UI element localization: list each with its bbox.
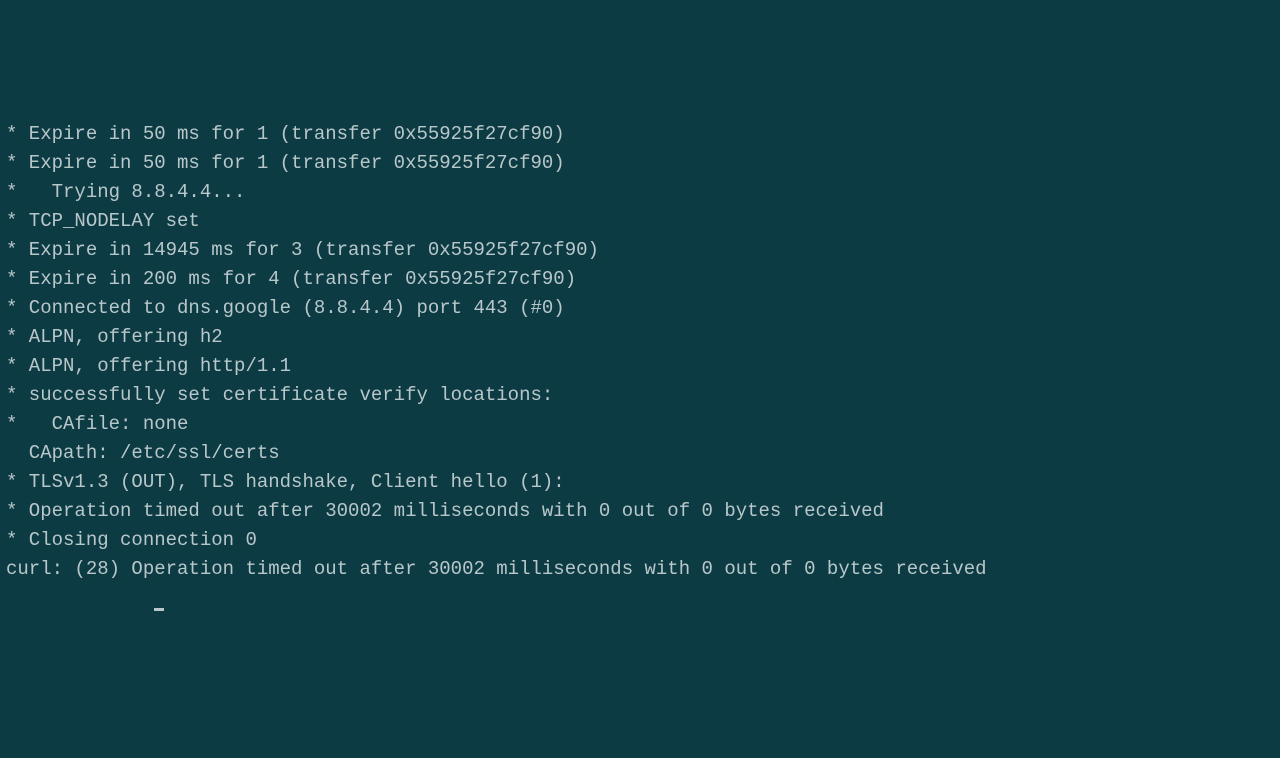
terminal-line: * TLSv1.3 (OUT), TLS handshake, Client h… (6, 468, 1274, 497)
terminal-line: * Closing connection 0 (6, 526, 1274, 555)
terminal-line: * ALPN, offering h2 (6, 323, 1274, 352)
terminal-line: * TCP_NODELAY set (6, 207, 1274, 236)
terminal-line: * Expire in 200 ms for 4 (transfer 0x559… (6, 265, 1274, 294)
terminal-line: * Connected to dns.google (8.8.4.4) port… (6, 294, 1274, 323)
terminal-prompt-line[interactable] (6, 584, 1274, 613)
terminal-line: * Expire in 14945 ms for 3 (transfer 0x5… (6, 236, 1274, 265)
terminal-line: * Trying 8.8.4.4... (6, 178, 1274, 207)
terminal-line: * successfully set certificate verify lo… (6, 381, 1274, 410)
cursor-icon (154, 608, 164, 611)
terminal-line: * Operation timed out after 30002 millis… (6, 497, 1274, 526)
terminal-line: curl: (28) Operation timed out after 300… (6, 555, 1274, 584)
terminal-line: * ALPN, offering http/1.1 (6, 352, 1274, 381)
terminal-line: * Expire in 50 ms for 1 (transfer 0x5592… (6, 149, 1274, 178)
terminal-line: * Expire in 50 ms for 1 (transfer 0x5592… (6, 120, 1274, 149)
terminal-line: * CAfile: none (6, 410, 1274, 439)
terminal-output[interactable]: * Expire in 50 ms for 1 (transfer 0x5592… (6, 120, 1274, 613)
terminal-line: CApath: /etc/ssl/certs (6, 439, 1274, 468)
